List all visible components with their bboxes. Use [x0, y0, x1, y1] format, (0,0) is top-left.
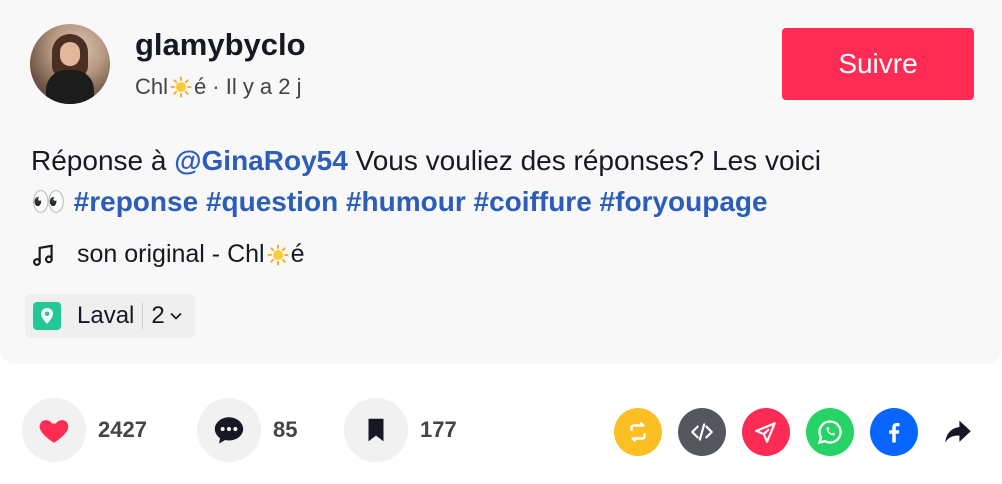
follow-button[interactable]: Suivre — [782, 28, 974, 100]
music-note-icon — [33, 243, 53, 266]
like-button[interactable] — [22, 398, 86, 462]
hashtag-link[interactable]: #reponse — [74, 186, 199, 217]
facebook-share-button[interactable] — [870, 408, 918, 456]
embed-icon — [691, 423, 713, 441]
like-action[interactable]: 2427 — [22, 398, 147, 462]
facebook-icon — [889, 423, 900, 443]
eyes-emoji-icon: 👀 — [31, 186, 66, 217]
location-pin-icon — [33, 302, 61, 330]
repost-button[interactable] — [614, 408, 662, 456]
username[interactable]: glamybyclo — [135, 27, 306, 63]
description-text: Vous vouliez des réponses? Les voici — [355, 145, 821, 176]
hashtag-link[interactable]: #humour — [346, 186, 466, 217]
comment-button[interactable] — [197, 398, 261, 462]
music-link[interactable]: son original - Chl é — [31, 240, 305, 269]
video-info-card: glamybyclo Chl é · Il y a 2 j Suivre Rép… — [0, 0, 1002, 364]
location-divider — [142, 303, 144, 329]
display-name-prefix: Chl — [135, 74, 169, 99]
hashtag-link[interactable]: #foryoupage — [600, 186, 768, 217]
hashtag-link[interactable]: #coiffure — [474, 186, 592, 217]
embed-button[interactable] — [678, 408, 726, 456]
whatsapp-icon — [817, 420, 842, 445]
display-name-suffix: é — [194, 74, 207, 99]
comment-icon — [214, 417, 244, 444]
save-count: 177 — [420, 417, 457, 442]
comment-count: 85 — [273, 417, 298, 442]
mention-link[interactable]: @GinaRoy54 — [174, 145, 348, 176]
sun-emoji-icon — [170, 76, 192, 98]
hashtag-link[interactable]: #question — [206, 186, 338, 217]
description-prefix: Réponse à — [31, 145, 167, 176]
author-subline: Chl é · Il y a 2 j — [135, 74, 302, 100]
save-action[interactable]: 177 — [344, 398, 457, 462]
video-description: Réponse à @GinaRoy54 Vous vouliez des ré… — [31, 140, 971, 222]
post-time: · Il y a 2 j — [212, 74, 302, 99]
avatar[interactable] — [30, 24, 110, 104]
comment-action[interactable]: 85 — [197, 398, 297, 462]
like-count: 2427 — [98, 417, 147, 442]
whatsapp-share-button[interactable] — [806, 408, 854, 456]
sun-emoji-icon — [267, 243, 289, 266]
avatar-body — [46, 70, 94, 104]
location-count: 2 — [151, 302, 165, 329]
avatar-face — [60, 42, 80, 66]
repost-icon — [630, 422, 646, 442]
bookmark-button[interactable] — [344, 398, 408, 462]
chevron-down-icon — [170, 312, 182, 320]
share-more-button[interactable] — [934, 408, 982, 456]
location-chip[interactable]: Laval 2 — [25, 294, 195, 338]
bookmark-icon — [368, 418, 384, 442]
send-icon — [755, 422, 776, 443]
heart-icon — [39, 420, 69, 443]
send-to-friends-button[interactable] — [742, 408, 790, 456]
music-label-prefix: son original - Chl — [77, 240, 265, 268]
share-arrow-icon — [945, 420, 971, 443]
music-label-suffix: é — [290, 240, 305, 268]
location-name: Laval — [77, 302, 135, 329]
